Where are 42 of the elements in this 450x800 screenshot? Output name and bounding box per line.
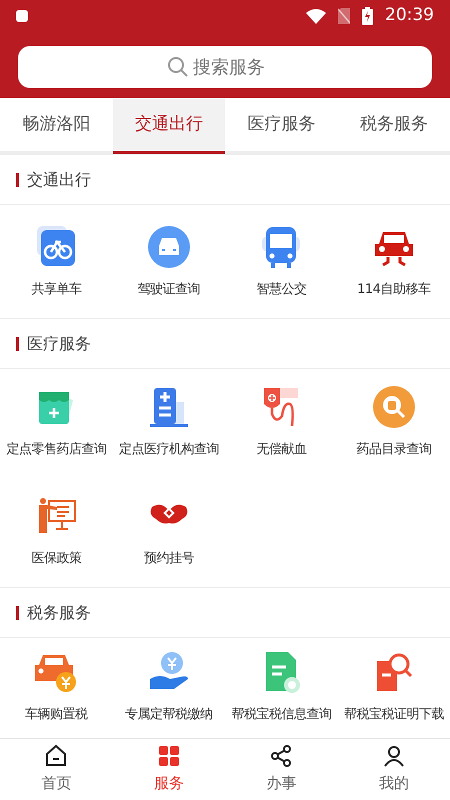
search-input[interactable]: 搜索服务 [193, 54, 283, 80]
app-notification-icon [16, 10, 28, 22]
category-tab[interactable]: 税务服务 [338, 98, 450, 151]
service-item[interactable]: 定点零售药店查询 [0, 369, 112, 474]
nav-tab[interactable]: 首页 [0, 739, 112, 800]
category-tab[interactable]: 交通出行 [112, 98, 225, 154]
drug-search-icon [370, 384, 417, 430]
service-item[interactable]: 帮税宝税证明下载 [338, 638, 450, 736]
person-icon [382, 744, 406, 768]
service-item[interactable]: 114自助移车 [338, 205, 450, 318]
grid-icon [156, 744, 181, 768]
clock-time: 20:39 [385, 4, 434, 28]
section-title: 交通出行 [27, 168, 91, 190]
service-item[interactable]: 车辆购置税 [0, 638, 112, 736]
service-item[interactable]: 驾驶证查询 [112, 205, 225, 318]
home-icon [44, 744, 68, 768]
no-sim-icon [338, 8, 350, 24]
wifi-icon [306, 8, 326, 24]
service-item[interactable]: 专属定帮税缴纳 [112, 638, 225, 736]
service-item[interactable]: 预约挂号 [112, 474, 225, 587]
search-icon [167, 56, 189, 78]
category-tab[interactable]: 医疗服务 [225, 98, 338, 151]
nav-tab[interactable]: 办事 [225, 739, 338, 800]
service-item[interactable]: 无偿献血 [225, 369, 338, 474]
nav-tab[interactable]: 服务 [112, 739, 225, 800]
service-item[interactable]: 药品目录查询 [338, 369, 450, 474]
service-item[interactable]: 帮税宝税信息查询 [225, 638, 338, 736]
section-marker [16, 336, 19, 350]
section-title: 税务服务 [27, 602, 91, 624]
service-item[interactable]: 医保政策 [0, 474, 112, 587]
service-item[interactable]: 共享单车 [0, 205, 112, 318]
section-title: 医疗服务 [27, 332, 91, 354]
service-item[interactable]: 定点医疗机构查询 [112, 369, 225, 474]
section-marker [16, 606, 19, 620]
service-item[interactable]: 智慧公交 [225, 205, 338, 318]
share-icon [269, 744, 294, 768]
search-field[interactable]: 搜索服务 [18, 46, 432, 88]
battery-icon [362, 7, 373, 25]
nav-tab[interactable]: 我的 [338, 739, 450, 800]
category-tab[interactable]: 畅游洛阳 [0, 98, 112, 151]
section-marker [16, 172, 19, 186]
car-icon [146, 224, 192, 270]
